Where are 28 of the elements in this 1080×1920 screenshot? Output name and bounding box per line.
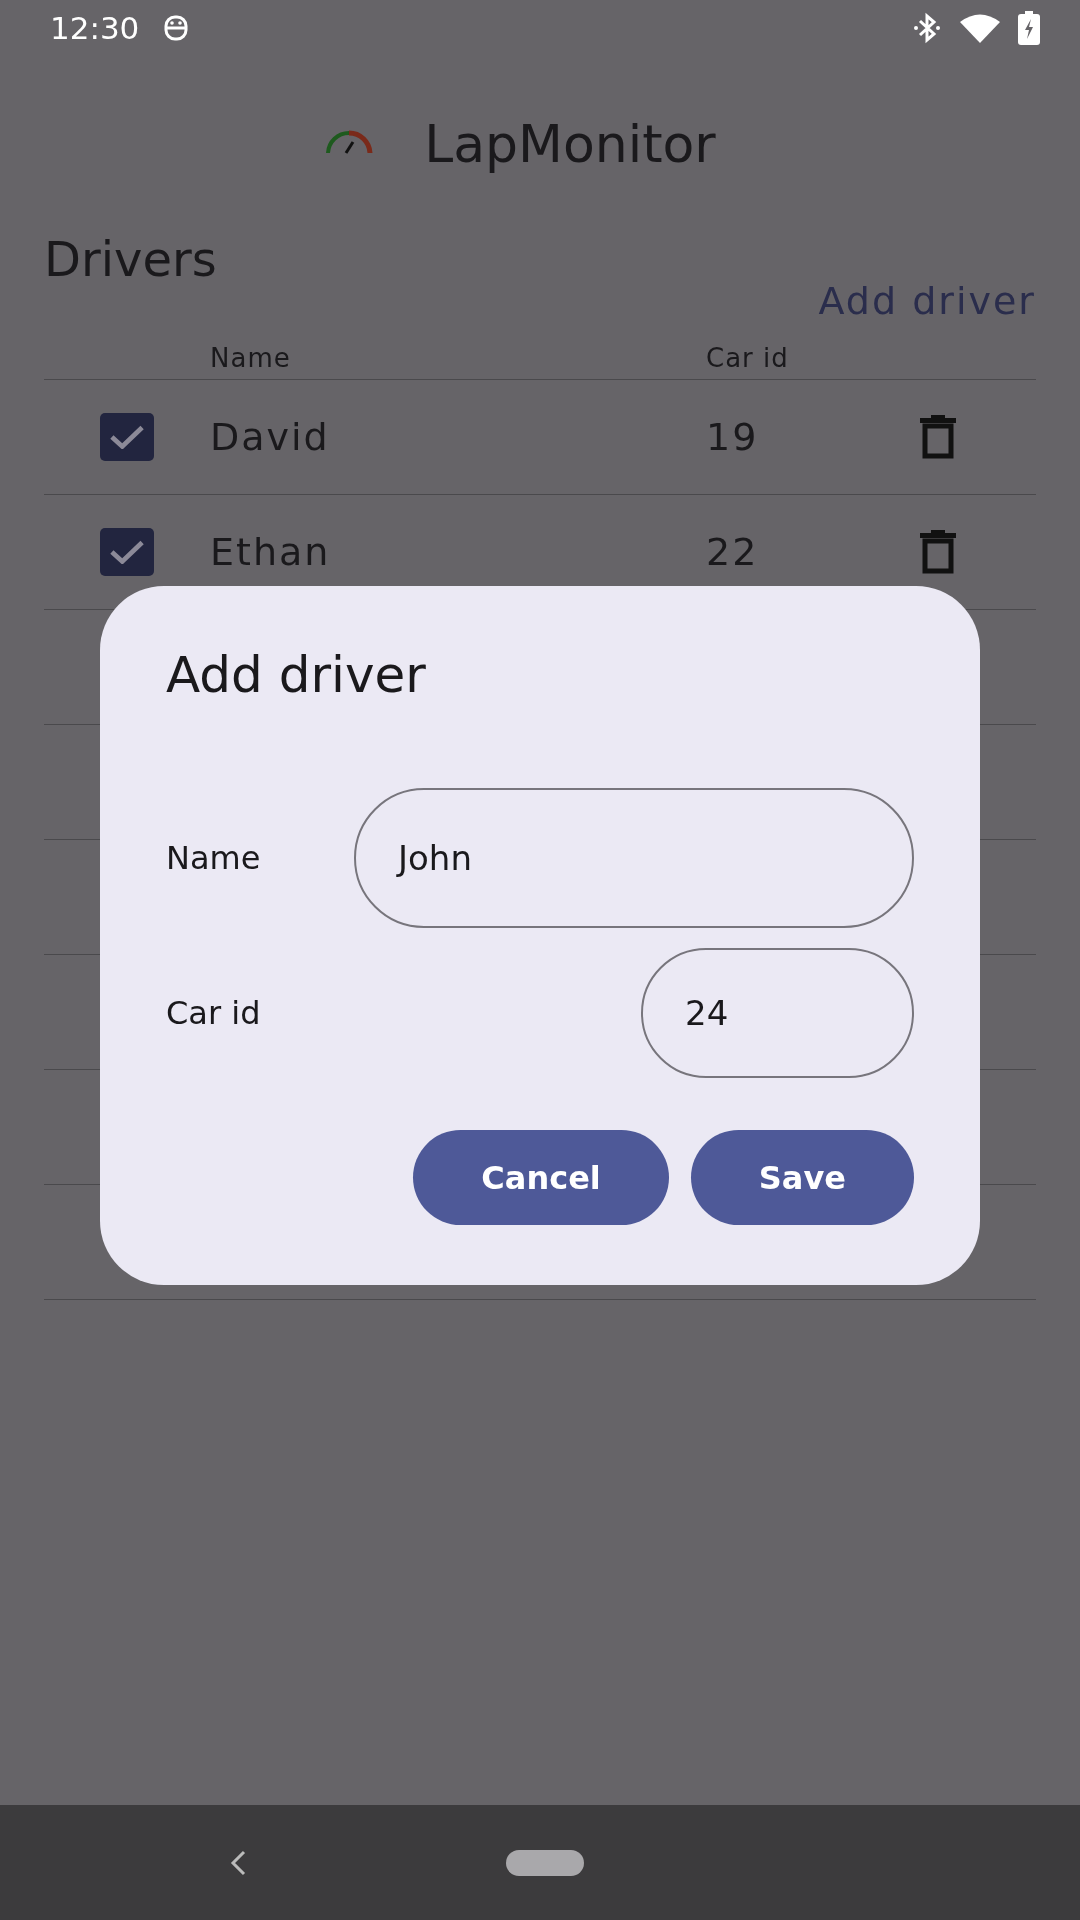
driver-name: David bbox=[210, 415, 331, 459]
robot-icon bbox=[163, 13, 190, 43]
driver-name: Ethan bbox=[210, 530, 332, 574]
app-title: LapMonitor bbox=[424, 113, 716, 174]
page-title: Drivers bbox=[44, 231, 218, 287]
check-icon bbox=[110, 540, 144, 564]
home-handle[interactable] bbox=[506, 1849, 584, 1876]
checkbox[interactable] bbox=[100, 528, 154, 576]
input-field[interactable]: John bbox=[354, 788, 914, 928]
trash-icon[interactable] bbox=[920, 415, 956, 459]
check-icon bbox=[110, 425, 144, 449]
field-label: Name bbox=[166, 839, 262, 877]
dialog-title: Add driver bbox=[166, 646, 427, 704]
column-header: Name bbox=[210, 343, 292, 373]
field-label: Car id bbox=[166, 994, 262, 1032]
bluetooth-icon bbox=[912, 12, 942, 44]
dialog-button[interactable]: Cancel bbox=[413, 1130, 669, 1225]
battery-icon bbox=[1018, 11, 1040, 45]
car-id: 22 bbox=[706, 530, 760, 574]
trash-icon[interactable] bbox=[920, 530, 956, 574]
wifi-icon bbox=[960, 13, 1000, 43]
status-time: 12:30 bbox=[50, 10, 140, 46]
car-id: 19 bbox=[706, 415, 760, 459]
back-icon[interactable] bbox=[228, 1848, 248, 1877]
column-header: Car id bbox=[706, 343, 789, 373]
dialog-button[interactable]: Save bbox=[690, 1130, 914, 1225]
input-field[interactable]: 24 bbox=[641, 948, 914, 1078]
checkbox[interactable] bbox=[100, 413, 154, 461]
